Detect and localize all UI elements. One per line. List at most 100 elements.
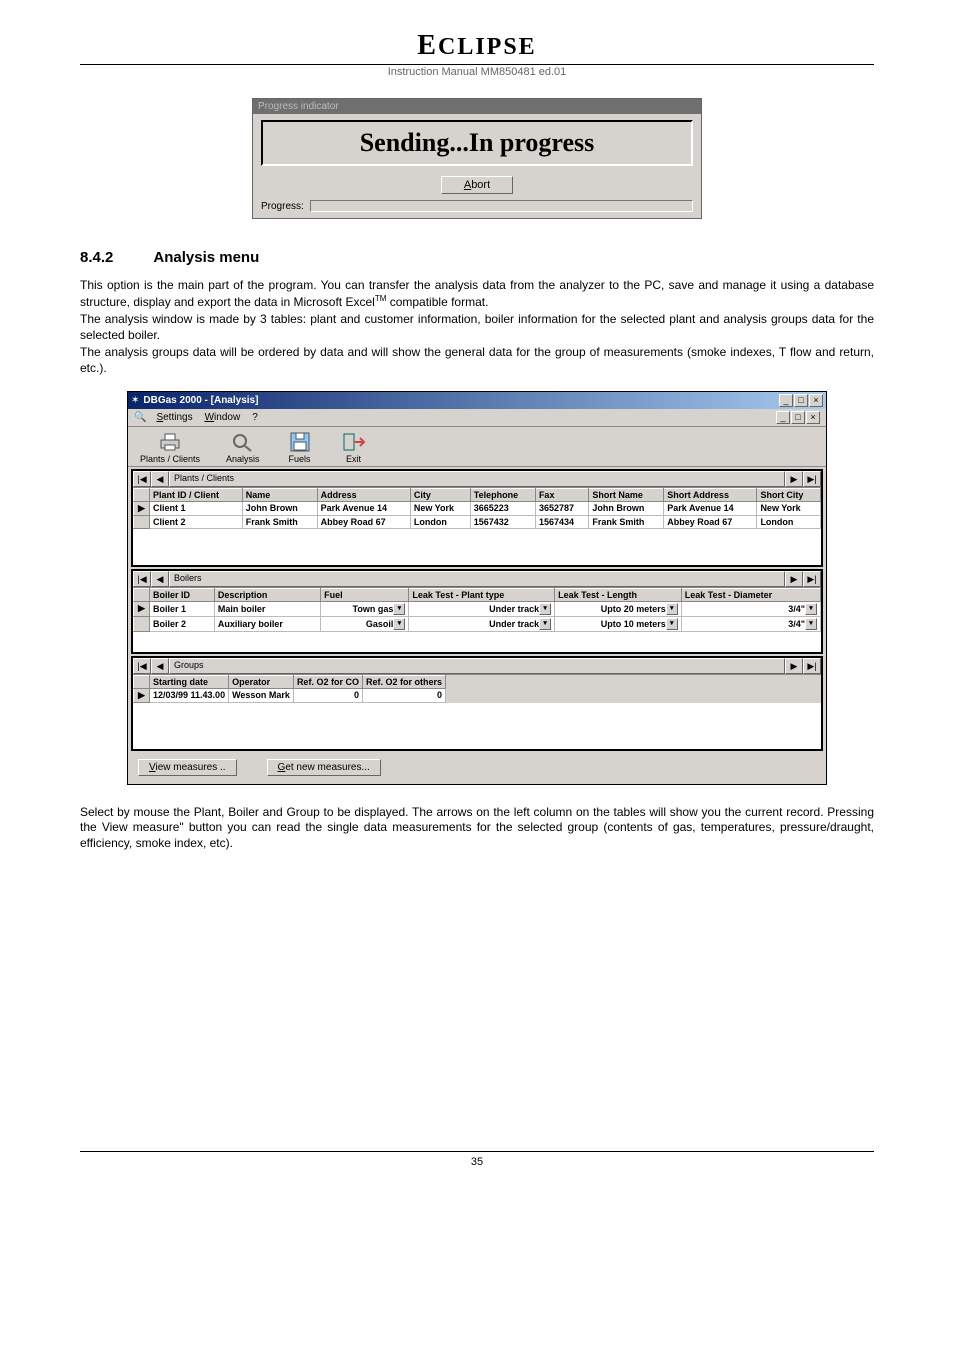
tool-fuels[interactable]: Fuels [286,431,314,464]
col-address: Address [317,488,410,501]
cell: Client 2 [150,515,243,528]
col-fuel: Fuel [321,588,409,601]
abort-button[interactable]: Abort [441,176,513,194]
brand-logo: ECLIPSE [80,30,874,62]
chevron-down-icon: ▾ [539,618,551,630]
table-row[interactable]: Boiler 2 Auxiliary boiler Gasoil▾ Under … [134,616,821,631]
menu-settings[interactable]: Settings [156,412,192,423]
cell-diam[interactable]: 3/4"▾ [681,616,820,631]
cell-fuel[interactable]: Town gas▾ [321,601,409,616]
col-short-city: Short City [757,488,821,501]
cell: Frank Smith [589,515,664,528]
tool-exit[interactable]: Exit [340,431,368,464]
plants-nav-first[interactable]: |◀ [133,471,151,487]
cell: Abbey Road 67 [664,515,757,528]
cell-len[interactable]: Upto 10 meters▾ [555,616,682,631]
boilers-nav-label: Boilers [169,571,785,587]
groups-nav-prev[interactable]: ◀ [151,658,169,674]
progress-dialog: Progress indicator Sending...In progress… [252,98,702,219]
close-button[interactable]: × [809,394,823,407]
cell-ptype[interactable]: Under track▾ [409,601,555,616]
menu-window[interactable]: Window [205,412,241,423]
col-diameter: Leak Test - Diameter [681,588,820,601]
exit-icon [340,431,368,453]
table-row[interactable]: ▶ 12/03/99 11.43.00 Wesson Mark 0 0 [134,688,446,702]
table-row[interactable]: ▶ Boiler 1 Main boiler Town gas▾ Under t… [134,601,821,616]
plants-corner [134,488,150,501]
col-name: Name [242,488,317,501]
section-title: Analysis menu [153,249,259,266]
cell: 12/03/99 11.43.00 [150,688,229,702]
boilers-nav-first[interactable]: |◀ [133,571,151,587]
col-short-address: Short Address [664,488,757,501]
groups-table[interactable]: Starting date Operator Ref. O2 for CO Re… [133,675,446,703]
cell: London [757,515,821,528]
mdi-minimize-button[interactable]: _ [776,411,790,424]
cell: Frank Smith [242,515,317,528]
cell-diam[interactable]: 3/4"▾ [681,601,820,616]
cell: 0 [362,688,445,702]
printer-icon [156,431,184,453]
get-new-measures-button[interactable]: Get new measures... [267,759,381,776]
chevron-down-icon: ▾ [393,618,405,630]
cell: John Brown [242,501,317,515]
groups-nav-last[interactable]: ▶| [803,658,821,674]
chevron-down-icon: ▾ [805,618,817,630]
tool-fuels-label: Fuels [289,454,311,464]
cell: Abbey Road 67 [317,515,410,528]
boilers-nav-last[interactable]: ▶| [803,571,821,587]
boilers-table[interactable]: Boiler ID Description Fuel Leak Test - P… [133,588,821,632]
row-selector: ▶ [134,601,150,616]
col-plant-id: Plant ID / Client [150,488,243,501]
minimize-button[interactable]: _ [779,394,793,407]
cell: London [410,515,470,528]
intro-paragraph-1: This option is the main part of the prog… [80,278,874,310]
col-starting-date: Starting date [150,675,229,688]
view-measures-button[interactable]: View measures .. [138,759,237,776]
menu-help[interactable]: ? [252,412,258,423]
table-row[interactable]: ▶ Client 1 John Brown Park Avenue 14 New… [134,501,821,515]
maximize-button[interactable]: □ [794,394,808,407]
cell: Main boiler [214,601,320,616]
mdi-restore-button[interactable]: □ [791,411,805,424]
tool-analysis[interactable]: Analysis [226,431,260,464]
cell: Boiler 2 [150,616,215,631]
plants-nav-last[interactable]: ▶| [803,471,821,487]
cell-ptype[interactable]: Under track▾ [409,616,555,631]
cell: Auxiliary boiler [214,616,320,631]
brand-text: ECLIPSE [417,34,536,60]
magnifier-icon [229,431,257,453]
progress-label: Progress: [261,201,304,212]
boilers-corner [134,588,150,601]
cell: Client 1 [150,501,243,515]
row-selector [134,616,150,631]
cell: Wesson Mark [229,688,294,702]
plants-nav-prev[interactable]: ◀ [151,471,169,487]
col-ref-o2-co: Ref. O2 for CO [293,675,362,688]
plants-table[interactable]: Plant ID / Client Name Address City Tele… [133,488,821,529]
chevron-down-icon: ▾ [393,603,405,615]
groups-nav-next[interactable]: ▶ [785,658,803,674]
mdi-close-button[interactable]: × [806,411,820,424]
manual-id-line: Instruction Manual MM850481 ed.01 [80,64,874,78]
boilers-nav-prev[interactable]: ◀ [151,571,169,587]
col-city: City [410,488,470,501]
chevron-down-icon: ▾ [805,603,817,615]
outer-titlebar: ✶ DBGas 2000 - [Analysis] _ □ × [128,392,826,409]
plants-nav-next[interactable]: ▶ [785,471,803,487]
outer-title-text: DBGas 2000 - [Analysis] [143,395,779,406]
cell: 1567432 [470,515,535,528]
chevron-down-icon: ▾ [666,603,678,615]
chevron-down-icon: ▾ [666,618,678,630]
tool-plants[interactable]: Plants / Clients [140,431,200,464]
cell-len[interactable]: Upto 20 meters▾ [555,601,682,616]
intro-paragraph-3: The analysis groups data will be ordered… [80,345,874,376]
table-row[interactable]: Client 2 Frank Smith Abbey Road 67 Londo… [134,515,821,528]
cell-fuel[interactable]: Gasoil▾ [321,616,409,631]
groups-nav-first[interactable]: |◀ [133,658,151,674]
intro-paragraph-2: The analysis window is made by 3 tables:… [80,312,874,343]
col-operator: Operator [229,675,294,688]
boilers-nav-next[interactable]: ▶ [785,571,803,587]
cell: 3652787 [535,501,588,515]
progress-bar [310,200,693,212]
